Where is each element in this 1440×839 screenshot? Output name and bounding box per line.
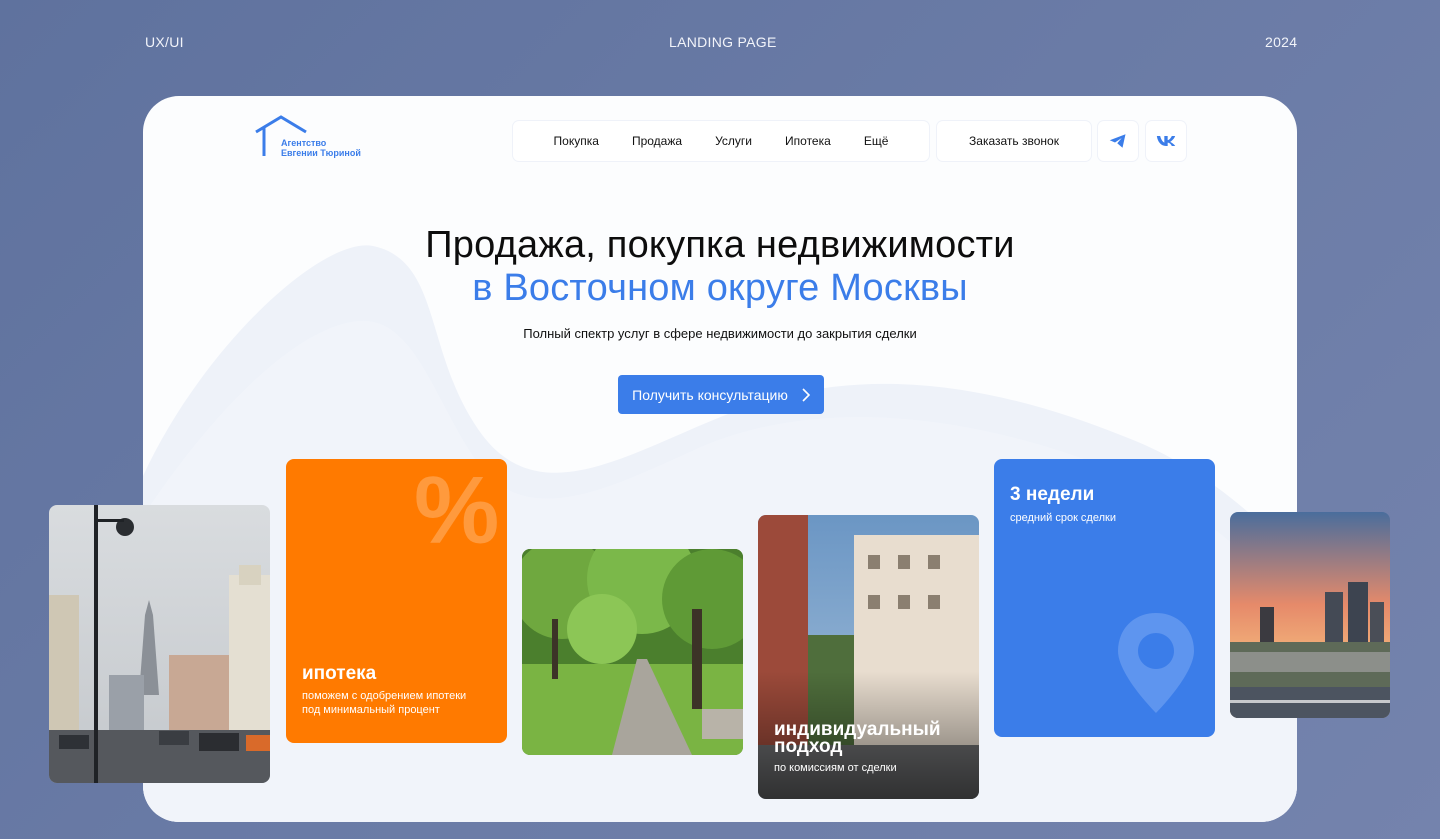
skyline-photo-art: [1230, 512, 1390, 718]
get-consultation-button[interactable]: Получить консультацию: [618, 375, 824, 414]
nav-item-purchase[interactable]: Покупка: [554, 134, 599, 148]
hero-subtitle: Полный спектр услуг в сфере недвижимости…: [523, 326, 917, 341]
percent-icon: %: [414, 459, 500, 564]
deal-term-subtitle: средний срок сделки: [1010, 512, 1116, 524]
nav-item-more[interactable]: Ещё: [864, 134, 889, 148]
mortgage-tile[interactable]: % ипотека поможем с одобрением ипотеки п…: [286, 459, 507, 743]
main-nav: Покупка Продажа Услуги Ипотека Ещё: [513, 121, 929, 161]
telegram-icon: [1109, 134, 1126, 148]
street-photo-art: [49, 505, 270, 783]
hero-title-line-1: Продажа, покупка недвижимости: [425, 224, 1015, 266]
nav-item-mortgage[interactable]: Ипотека: [785, 134, 831, 148]
mortgage-subtitle-line-2: под минимальный процент: [302, 704, 440, 716]
approach-title-line-2: подход: [774, 736, 843, 757]
request-call-button[interactable]: Заказать звонок: [937, 121, 1091, 161]
agency-logo[interactable]: Агентство Евгении Тюриной: [253, 114, 373, 162]
skyline-photo: [1230, 512, 1390, 718]
mortgage-subtitle-line-1: поможем с одобрением ипотеки: [302, 690, 467, 702]
vk-icon: [1156, 136, 1176, 146]
deal-term-title: 3 недели: [1010, 484, 1095, 505]
park-photo: [522, 549, 743, 755]
deal-term-tile[interactable]: 3 недели средний срок сделки: [994, 459, 1215, 737]
approach-tile[interactable]: индивидуальный подход по комиссиям от сд…: [758, 515, 979, 799]
hero-title-line-2: в Восточном округе Москвы: [472, 267, 968, 309]
location-pin-icon: [1118, 613, 1194, 713]
street-photo: [49, 505, 270, 783]
nav-item-services[interactable]: Услуги: [715, 134, 752, 148]
logo-line-1: Агентство: [281, 138, 327, 148]
cta-label: Получить консультацию: [632, 386, 788, 403]
park-photo-art: [522, 549, 743, 755]
nav-item-sale[interactable]: Продажа: [632, 134, 682, 148]
vk-button[interactable]: [1146, 121, 1186, 161]
chevron-right-icon: [802, 387, 810, 402]
telegram-button[interactable]: [1098, 121, 1138, 161]
header-label-left: UX/UI: [145, 34, 184, 50]
approach-subtitle: по комиссиям от сделки: [774, 762, 897, 774]
logo-line-2: Евгении Тюриной: [281, 148, 361, 158]
header-label-center: LANDING PAGE: [669, 34, 777, 50]
header-label-right: 2024: [1265, 34, 1298, 50]
mortgage-title: ипотека: [302, 663, 377, 684]
